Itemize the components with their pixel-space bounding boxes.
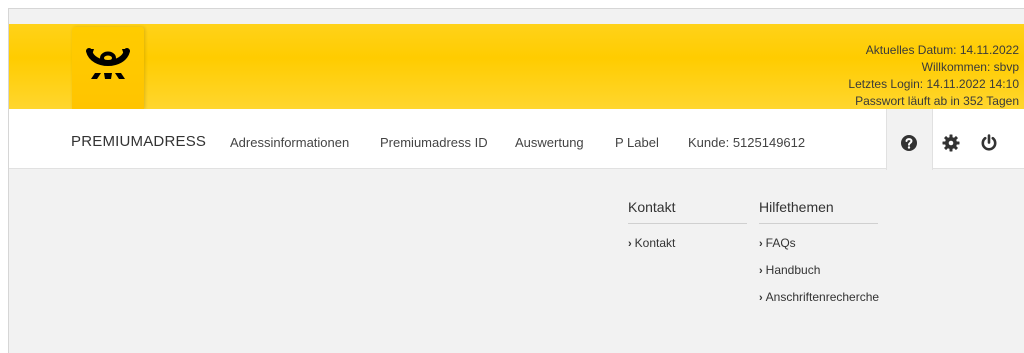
nav-adressinformationen[interactable]: Adressinformationen bbox=[230, 109, 349, 169]
app-frame: Aktuelles Datum: 14.11.2022 Willkommen: … bbox=[8, 8, 1024, 353]
menu-item-kontakt[interactable]: › Kontakt bbox=[628, 230, 747, 257]
nav-icons bbox=[886, 109, 1024, 170]
hilfethemen-section: Hilfethemen › FAQs › Handbuch › Anschriften… bbox=[759, 199, 879, 311]
main-nav: PREMIUMADRESS Adressinformationen Premiu… bbox=[9, 109, 1024, 170]
kontakt-title: Kontakt bbox=[628, 199, 747, 224]
nav-brand[interactable]: PREMIUMADRESS bbox=[71, 109, 206, 169]
chevron-right-icon: › bbox=[759, 238, 763, 250]
welcome-user: Willkommen: sbvp bbox=[921, 60, 1019, 74]
nav-premiumadress-id[interactable]: Premiumadress ID bbox=[380, 109, 488, 169]
menu-item-handbuch[interactable]: › Handbuch bbox=[759, 257, 879, 284]
deutsche-post-logo[interactable] bbox=[72, 27, 144, 109]
password-expiry: Passwort läuft ab in 352 Tagen bbox=[855, 94, 1019, 108]
nav-auswertung[interactable]: Auswertung bbox=[515, 109, 584, 169]
power-icon[interactable] bbox=[980, 134, 998, 152]
gear-icon[interactable] bbox=[942, 134, 960, 152]
current-date: Aktuelles Datum: 14.11.2022 bbox=[865, 43, 1019, 57]
chevron-right-icon: › bbox=[759, 292, 763, 304]
chevron-right-icon: › bbox=[628, 238, 632, 250]
menu-item-anschriftenrecherche[interactable]: › Anschriftenrecherche bbox=[759, 284, 879, 311]
chevron-right-icon: › bbox=[759, 265, 763, 277]
menu-item-faqs[interactable]: › FAQs bbox=[759, 230, 879, 257]
post-horn-icon bbox=[86, 48, 130, 79]
nav-kunde[interactable]: Kunde: 5125149612 bbox=[688, 109, 805, 169]
last-login: Letztes Login: 14.11.2022 14:10 bbox=[848, 77, 1019, 91]
help-icon[interactable] bbox=[900, 134, 918, 152]
header-bar: Aktuelles Datum: 14.11.2022 Willkommen: … bbox=[9, 24, 1024, 109]
user-info: Aktuelles Datum: 14.11.2022 Willkommen: … bbox=[848, 42, 1019, 110]
nav-p-label[interactable]: P Label bbox=[615, 109, 659, 169]
hilfethemen-title: Hilfethemen bbox=[759, 199, 878, 224]
kontakt-section: Kontakt › Kontakt bbox=[628, 199, 747, 257]
